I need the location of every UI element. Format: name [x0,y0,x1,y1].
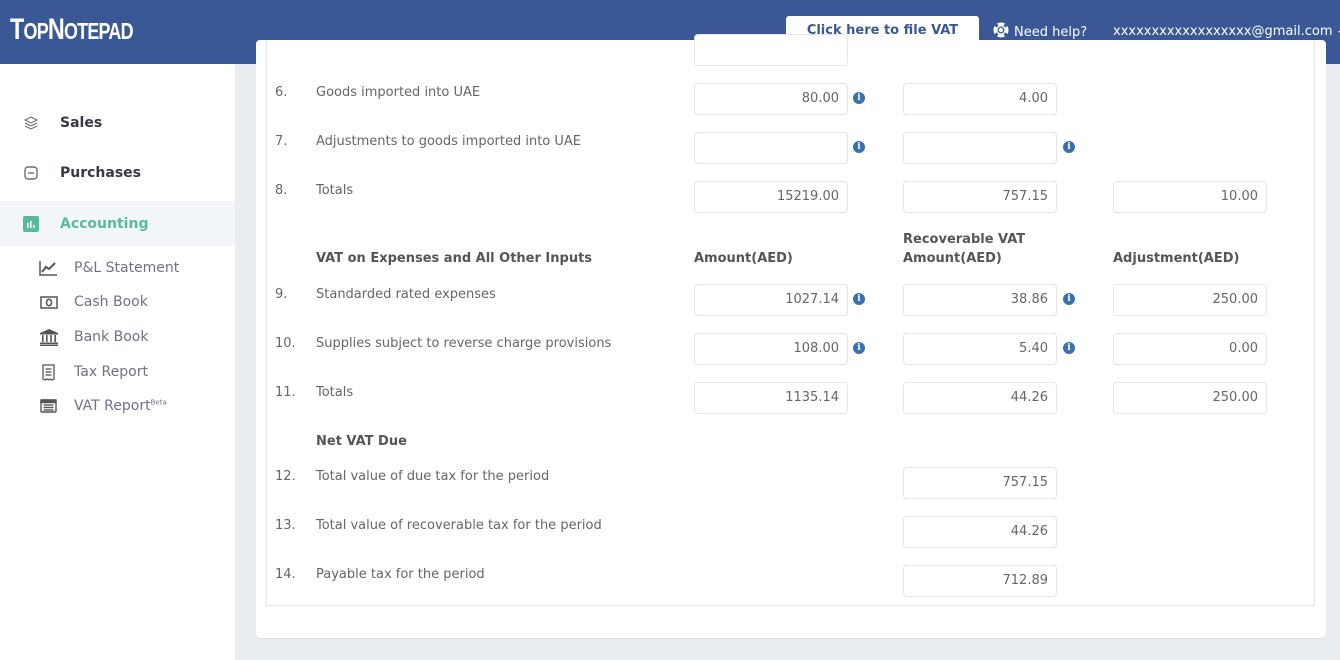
expenses-totals-amount-field[interactable]: 1135.14 [694,382,848,414]
column-header-amount: Amount(AED) [694,251,793,266]
logo[interactable]: TOPNOTEPAD [10,13,134,48]
expenses-totals-adjustment-field[interactable]: 250.00 [1113,382,1267,414]
imports-vat-field[interactable]: 4.00 [903,83,1057,115]
minus-square-icon [23,165,39,181]
sidebar-subitem-tax-report[interactable]: Tax Report [0,357,235,387]
import-adjustments-vat-field[interactable] [903,132,1057,164]
info-icon[interactable]: i [853,92,865,104]
row-number: 11. [275,385,296,400]
row-number: 14. [275,567,296,582]
vat-report-label: VAT Report [74,398,151,414]
info-icon[interactable]: i [853,293,865,305]
list-alt-icon [39,397,58,416]
reverse-charge-amount-field[interactable]: 108.00 [694,333,848,365]
net-vat-section-title: Net VAT Due [316,434,407,449]
user-email: xxxxxxxxxxxxxxxxxx@gmail.com [1113,24,1333,39]
expenses-totals-vat-field[interactable]: 44.26 [903,382,1057,414]
need-help-label: Need help? [1014,24,1088,40]
bar-chart-icon [23,215,39,232]
info-icon[interactable]: i [853,342,865,354]
total-recoverable-tax-field[interactable]: 44.26 [903,516,1057,548]
column-header-adjustment: Adjustment(AED) [1113,251,1240,266]
info-icon[interactable]: i [853,141,865,153]
sidebar: Sales Purchases Accounting P&L Statement… [0,64,235,660]
imports-amount-field[interactable]: 80.00 [694,83,848,115]
info-icon[interactable]: i [1063,141,1075,153]
partial-field-row5[interactable] [694,34,848,66]
row-description: Payable tax for the period [316,567,485,582]
sales-totals-adjustment-field[interactable]: 10.00 [1113,181,1267,213]
payable-tax-field[interactable]: 712.89 [903,565,1057,597]
row-number: 8. [275,183,288,198]
row-number: 7. [275,134,288,149]
row-description: Total value of recoverable tax for the p… [316,518,602,533]
row-description: Totals [316,183,354,198]
line-chart-icon [39,259,58,278]
column-header-vat-line2: Amount(AED) [903,251,1002,266]
row-number: 13. [275,518,296,533]
sales-totals-vat-field[interactable]: 757.15 [903,181,1057,213]
sidebar-item-purchases[interactable]: Purchases [0,150,235,195]
row-number: 9. [275,287,288,302]
reverse-charge-vat-field[interactable]: 5.40 [903,333,1057,365]
sidebar-subitem-pl-statement[interactable]: P&L Statement [0,253,235,283]
row-description: Totals [316,385,354,400]
receipt-icon [39,363,58,382]
sidebar-subitem-cash-book[interactable]: Cash Book [0,287,235,317]
row-description: Total value of due tax for the period [316,469,550,484]
sales-totals-amount-field[interactable]: 15219.00 [694,181,848,213]
total-due-tax-field[interactable]: 757.15 [903,467,1057,499]
beta-badge: Beta [150,398,167,407]
row-number: 12. [275,469,296,484]
standard-expenses-adjustment-field[interactable]: 250.00 [1113,284,1267,316]
row-description: Supplies subject to reverse charge provi… [316,336,612,351]
sidebar-item-accounting[interactable]: Accounting [0,201,235,246]
bank-icon [39,328,58,347]
row-description: Goods imported into UAE [316,85,481,100]
info-icon[interactable]: i [1063,342,1075,354]
row-description: Standarded rated expenses [316,287,496,302]
sidebar-subitem-bank-book[interactable]: Bank Book [0,322,235,352]
money-icon [39,293,58,312]
column-header-vat-line1: Recoverable VAT [903,232,1026,247]
standard-expenses-amount-field[interactable]: 1027.14 [694,284,848,316]
standard-expenses-vat-field[interactable]: 38.86 [903,284,1057,316]
layers-icon [23,115,39,131]
row-number: 6. [275,85,288,100]
reverse-charge-adjustment-field[interactable]: 0.00 [1113,333,1267,365]
info-icon[interactable]: i [1063,293,1075,305]
expenses-section-title: VAT on Expenses and All Other Inputs [316,251,593,266]
user-menu[interactable]: xxxxxxxxxxxxxxxxxx@gmail.com [1113,24,1340,39]
sidebar-item-sales[interactable]: Sales [0,100,235,145]
row-description: Adjustments to goods imported into UAE [316,134,582,149]
sidebar-subitem-vat-report[interactable]: VAT ReportBeta [0,391,235,421]
row-number: 10. [275,336,296,351]
import-adjustments-amount-field[interactable] [694,132,848,164]
